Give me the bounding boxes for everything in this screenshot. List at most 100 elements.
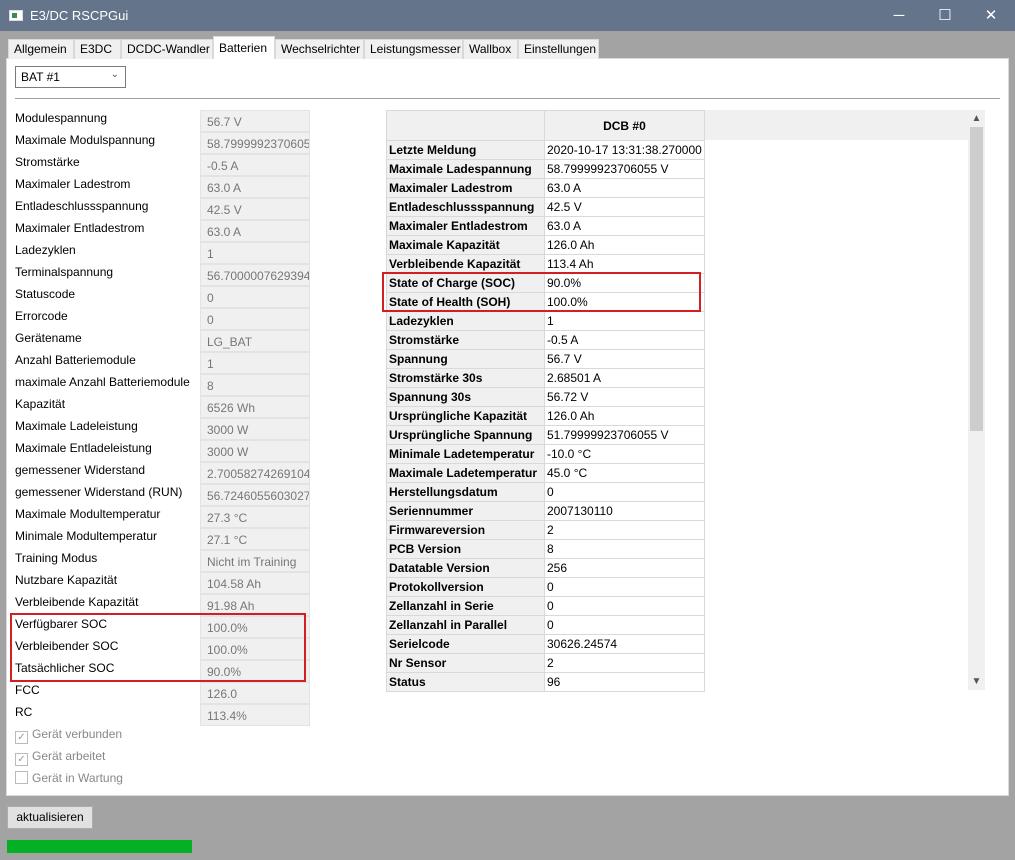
row-header[interactable]: Zellanzahl in Parallel — [386, 615, 545, 635]
field-value[interactable]: 27.3 °C — [200, 506, 310, 528]
checkbox-icon[interactable]: ✓ — [15, 753, 28, 766]
row-header[interactable]: Status — [386, 672, 545, 692]
row-header[interactable]: Entladeschlussspannung — [386, 197, 545, 217]
row-value[interactable]: 42.5 V — [544, 197, 705, 217]
tab-einstellungen[interactable]: Einstellungen — [518, 39, 599, 59]
row-value[interactable]: 56.72 V — [544, 387, 705, 407]
row-header[interactable]: Datatable Version — [386, 558, 545, 578]
checkbox-icon[interactable]: ✓ — [15, 731, 28, 744]
row-value[interactable]: 8 — [544, 539, 705, 559]
field-value[interactable]: 113.4% — [200, 704, 310, 726]
row-header[interactable]: Firmwareversion — [386, 520, 545, 540]
row-header[interactable]: Herstellungsdatum — [386, 482, 545, 502]
row-value[interactable]: 126.0 Ah — [544, 406, 705, 426]
row-header[interactable]: PCB Version — [386, 539, 545, 559]
row-value[interactable]: 2020-10-17 13:31:38.270000 — [544, 140, 705, 160]
row-value[interactable]: 63.0 A — [544, 216, 705, 236]
tab-batterien[interactable]: Batterien — [213, 36, 275, 59]
field-value[interactable]: 3000 W — [200, 440, 310, 462]
row-value[interactable]: 2 — [544, 520, 705, 540]
tab-dcdc-wandler[interactable]: DCDC-Wandler — [121, 39, 213, 59]
row-header[interactable]: Ladezyklen — [386, 311, 545, 331]
column-header-dcb0[interactable]: DCB #0 — [544, 110, 705, 141]
close-button[interactable]: ✕ — [968, 0, 1014, 31]
checkbox-icon[interactable] — [15, 771, 28, 784]
scroll-up-icon[interactable]: ▲ — [968, 110, 985, 127]
row-header[interactable]: Maximale Kapazität — [386, 235, 545, 255]
tab-allgemein[interactable]: Allgemein — [8, 39, 74, 59]
field-value[interactable]: 0 — [200, 286, 310, 308]
field-value[interactable]: 42.5 V — [200, 198, 310, 220]
row-value[interactable]: 2007130110 — [544, 501, 705, 521]
row-value[interactable]: 45.0 °C — [544, 463, 705, 483]
maximize-button[interactable]: ☐ — [922, 0, 968, 31]
row-header[interactable]: Ursprüngliche Spannung — [386, 425, 545, 445]
field-value[interactable]: 58.79999923706055 — [200, 132, 310, 154]
row-value[interactable]: -0.5 A — [544, 330, 705, 350]
field-value[interactable]: 8 — [200, 374, 310, 396]
row-header[interactable]: Stromstärke — [386, 330, 545, 350]
scroll-thumb[interactable] — [970, 127, 983, 431]
tab-e3dc[interactable]: E3DC — [74, 39, 121, 59]
row-header[interactable]: Nr Sensor — [386, 653, 545, 673]
scroll-down-icon[interactable]: ▼ — [968, 673, 985, 690]
field-value[interactable]: LG_BAT — [200, 330, 310, 352]
row-value[interactable]: 113.4 Ah — [544, 254, 705, 274]
field-value[interactable]: 63.0 A — [200, 176, 310, 198]
row-value[interactable]: 1 — [544, 311, 705, 331]
checkbox[interactable]: ✓ Gerät verbunden — [15, 727, 122, 744]
row-header[interactable]: Ursprüngliche Kapazität — [386, 406, 545, 426]
row-header[interactable]: Serielcode — [386, 634, 545, 654]
field-value[interactable]: 126.0 — [200, 682, 310, 704]
field-value[interactable]: 6526 Wh — [200, 396, 310, 418]
row-value[interactable]: -10.0 °C — [544, 444, 705, 464]
row-value[interactable]: 0 — [544, 596, 705, 616]
field-value[interactable]: 1 — [200, 352, 310, 374]
vertical-scrollbar[interactable]: ▲ ▼ — [968, 110, 985, 690]
row-value[interactable]: 2 — [544, 653, 705, 673]
row-header[interactable]: Spannung — [386, 349, 545, 369]
field-value[interactable]: 56.7 V — [200, 110, 310, 132]
field-value[interactable]: 2.70058274269104 — [200, 462, 310, 484]
row-value[interactable]: 126.0 Ah — [544, 235, 705, 255]
row-value[interactable]: 2.68501 A — [544, 368, 705, 388]
tab-wallbox[interactable]: Wallbox — [463, 39, 518, 59]
field-value[interactable]: 27.1 °C — [200, 528, 310, 550]
row-header[interactable]: Maximale Ladespannung — [386, 159, 545, 179]
minimize-button[interactable]: ─ — [876, 0, 922, 31]
refresh-button[interactable]: aktualisieren — [7, 806, 93, 829]
battery-select[interactable]: BAT #1 ⌄ — [15, 66, 126, 88]
row-header[interactable]: Seriennummer — [386, 501, 545, 521]
checkbox[interactable]: ✓ Gerät arbeitet — [15, 749, 105, 766]
field-value[interactable]: 3000 W — [200, 418, 310, 440]
field-value[interactable]: 56.72460556030273 — [200, 484, 310, 506]
row-header[interactable]: Spannung 30s — [386, 387, 545, 407]
field-value[interactable]: 104.58 Ah — [200, 572, 310, 594]
row-value[interactable]: 51.79999923706055 V — [544, 425, 705, 445]
row-header[interactable]: Stromstärke 30s — [386, 368, 545, 388]
row-header[interactable]: Letzte Meldung — [386, 140, 545, 160]
field-value[interactable]: 63.0 A — [200, 220, 310, 242]
row-value[interactable]: 30626.24574 — [544, 634, 705, 654]
row-header[interactable]: Verbleibende Kapazität — [386, 254, 545, 274]
row-header[interactable]: Maximale Ladetemperatur — [386, 463, 545, 483]
field-value[interactable]: 1 — [200, 242, 310, 264]
field-value[interactable]: 0 — [200, 308, 310, 330]
field-value[interactable]: 56.70000076293945 — [200, 264, 310, 286]
row-value[interactable]: 58.79999923706055 V — [544, 159, 705, 179]
row-value[interactable]: 96 — [544, 672, 705, 692]
row-value[interactable]: 0 — [544, 577, 705, 597]
checkbox[interactable]: Gerät in Wartung — [15, 771, 123, 785]
row-header[interactable]: Minimale Ladetemperatur — [386, 444, 545, 464]
field-value[interactable]: Nicht im Training — [200, 550, 310, 572]
tab-leistungsmesser[interactable]: Leistungsmesser — [364, 39, 463, 59]
row-value[interactable]: 56.7 V — [544, 349, 705, 369]
row-header[interactable]: Protokollversion — [386, 577, 545, 597]
row-header[interactable]: Zellanzahl in Serie — [386, 596, 545, 616]
row-value[interactable]: 63.0 A — [544, 178, 705, 198]
row-value[interactable]: 0 — [544, 482, 705, 502]
row-value[interactable]: 256 — [544, 558, 705, 578]
row-value[interactable]: 0 — [544, 615, 705, 635]
row-header[interactable]: Maximaler Entladestrom — [386, 216, 545, 236]
row-header[interactable]: Maximaler Ladestrom — [386, 178, 545, 198]
